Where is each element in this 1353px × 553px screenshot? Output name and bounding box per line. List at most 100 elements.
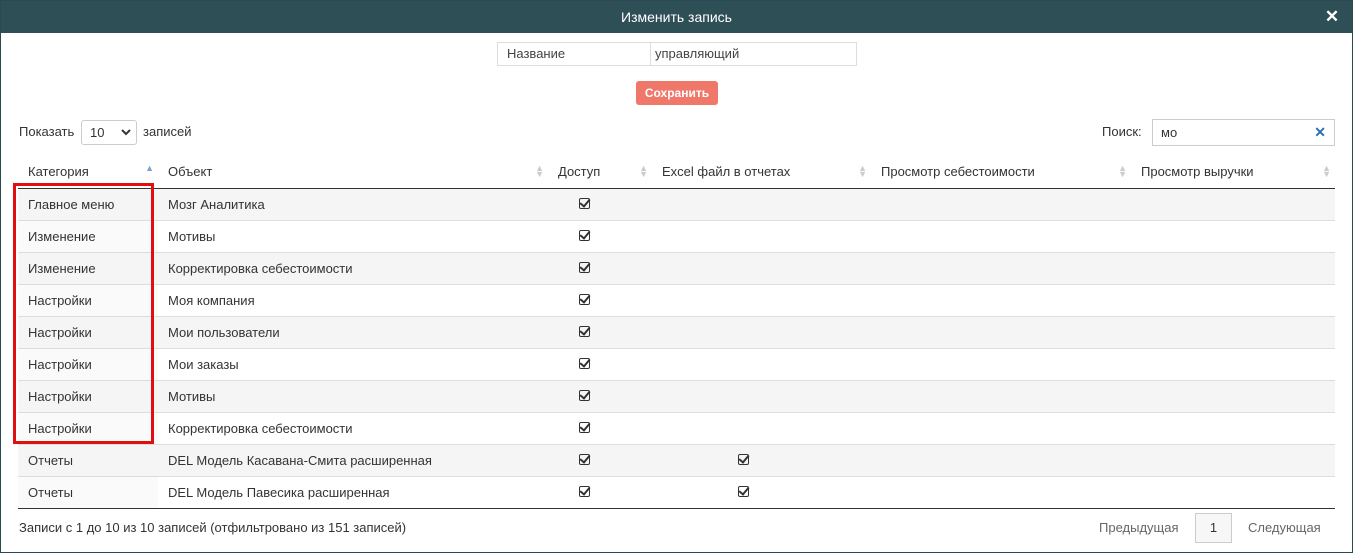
table-row: Настройки Моя компания	[18, 284, 1335, 317]
table-row: Отчеты DEL Модель Павесика расширенная	[18, 476, 1335, 509]
cost-view-cell[interactable]	[871, 348, 1131, 381]
table-row: Главное меню Мозг Аналитика	[18, 188, 1335, 221]
access-cell[interactable]	[548, 348, 652, 381]
column-cost-view[interactable]: Просмотр себестоимости ▲ ▼	[871, 155, 1131, 189]
access-cell[interactable]	[548, 476, 652, 509]
checkbox-checked-icon[interactable]	[579, 389, 590, 401]
table-row: Настройки Мои заказы	[18, 348, 1335, 381]
save-button[interactable]: Сохранить	[636, 81, 718, 105]
revenue-view-cell[interactable]	[1131, 348, 1335, 381]
cost-view-cell[interactable]	[871, 476, 1131, 509]
modal-header: Изменить запись ✕	[1, 1, 1352, 33]
table-header-row: Категория ▲ Объект ▲ ▼ Доступ ▲ ▼ Excel файл в о…	[18, 155, 1335, 189]
checkbox-checked-icon[interactable]	[579, 421, 590, 433]
revenue-view-cell[interactable]	[1131, 380, 1335, 413]
excel-cell[interactable]	[652, 348, 871, 381]
excel-cell[interactable]	[652, 476, 871, 509]
column-label: Просмотр выручки	[1141, 163, 1254, 179]
cost-view-cell[interactable]	[871, 220, 1131, 253]
cost-view-cell[interactable]	[871, 284, 1131, 317]
column-category[interactable]: Категория ▲	[18, 155, 158, 189]
excel-cell[interactable]	[652, 252, 871, 285]
object-cell: Мотивы	[158, 380, 548, 413]
table-row: Настройки Мои пользователи	[18, 316, 1335, 349]
excel-cell[interactable]	[652, 220, 871, 253]
cost-view-cell[interactable]	[871, 188, 1131, 221]
excel-cell[interactable]	[652, 380, 871, 413]
cost-view-cell[interactable]	[871, 380, 1131, 413]
search-input[interactable]: мо ✕	[1152, 119, 1335, 146]
column-excel[interactable]: Excel файл в отчетах ▲ ▼	[652, 155, 871, 189]
permissions-table: Категория ▲ Объект ▲ ▼ Доступ ▲ ▼ Excel файл в о…	[18, 155, 1335, 509]
chevron-down-icon	[121, 121, 131, 153]
category-cell: Настройки	[18, 380, 158, 413]
table-row: Настройки Мотивы	[18, 380, 1335, 413]
category-cell: Настройки	[18, 284, 158, 317]
checkbox-checked-icon[interactable]	[579, 325, 590, 337]
excel-cell[interactable]	[652, 284, 871, 317]
revenue-view-cell[interactable]	[1131, 284, 1335, 317]
previous-page-button[interactable]: Предыдущая	[1099, 520, 1179, 535]
access-cell[interactable]	[548, 220, 652, 253]
category-cell: Настройки	[18, 316, 158, 349]
category-cell: Изменение	[18, 220, 158, 253]
sort-icon: ▲	[145, 163, 154, 173]
excel-cell[interactable]	[652, 188, 871, 221]
table-row: Изменение Мотивы	[18, 220, 1335, 253]
column-object[interactable]: Объект ▲ ▼	[158, 155, 548, 189]
access-cell[interactable]	[548, 380, 652, 413]
search-label: Поиск:	[1102, 124, 1142, 139]
clear-search-icon[interactable]: ✕	[1314, 120, 1326, 145]
records-label: записей	[143, 124, 192, 139]
checkbox-checked-icon[interactable]	[738, 453, 749, 465]
access-cell[interactable]	[548, 188, 652, 221]
checkbox-checked-icon[interactable]	[738, 485, 749, 497]
access-cell[interactable]	[548, 412, 652, 445]
object-cell: Мои пользователи	[158, 316, 548, 349]
page-1-button[interactable]: 1	[1195, 513, 1232, 543]
sort-icon: ▲ ▼	[1118, 163, 1127, 179]
access-cell[interactable]	[548, 252, 652, 285]
name-label: Название	[498, 43, 651, 65]
revenue-view-cell[interactable]	[1131, 444, 1335, 477]
page-length-select[interactable]: 10	[81, 120, 137, 145]
close-icon[interactable]: ✕	[1324, 8, 1340, 26]
checkbox-checked-icon[interactable]	[579, 453, 590, 465]
access-cell[interactable]	[548, 284, 652, 317]
access-cell[interactable]	[548, 444, 652, 477]
checkbox-checked-icon[interactable]	[579, 261, 590, 273]
checkbox-checked-icon[interactable]	[579, 293, 590, 305]
revenue-view-cell[interactable]	[1131, 220, 1335, 253]
access-cell[interactable]	[548, 316, 652, 349]
checkbox-checked-icon[interactable]	[579, 485, 590, 497]
cost-view-cell[interactable]	[871, 252, 1131, 285]
object-cell: Мои заказы	[158, 348, 548, 381]
column-label: Доступ	[558, 163, 601, 179]
table-row: Изменение Корректировка себестоимости	[18, 252, 1335, 285]
category-cell: Настройки	[18, 412, 158, 445]
excel-cell[interactable]	[652, 316, 871, 349]
object-cell: Корректировка себестоимости	[158, 252, 548, 285]
modal-title: Изменить запись	[621, 9, 732, 25]
revenue-view-cell[interactable]	[1131, 412, 1335, 445]
cost-view-cell[interactable]	[871, 412, 1131, 445]
cost-view-cell[interactable]	[871, 444, 1131, 477]
revenue-view-cell[interactable]	[1131, 252, 1335, 285]
excel-cell[interactable]	[652, 444, 871, 477]
excel-cell[interactable]	[652, 412, 871, 445]
cost-view-cell[interactable]	[871, 316, 1131, 349]
checkbox-checked-icon[interactable]	[579, 229, 590, 241]
revenue-view-cell[interactable]	[1131, 188, 1335, 221]
sort-icon: ▲ ▼	[1322, 163, 1331, 179]
column-access[interactable]: Доступ ▲ ▼	[548, 155, 652, 189]
name-field[interactable]: управляющий	[651, 43, 856, 65]
category-cell: Изменение	[18, 252, 158, 285]
table-row: Отчеты DEL Модель Касавана-Смита расширен…	[18, 444, 1335, 477]
revenue-view-cell[interactable]	[1131, 316, 1335, 349]
checkbox-checked-icon[interactable]	[579, 357, 590, 369]
column-revenue-view[interactable]: Просмотр выручки ▲ ▼	[1131, 155, 1335, 189]
revenue-view-cell[interactable]	[1131, 476, 1335, 509]
object-cell: DEL Модель Касавана-Смита расширенная	[158, 444, 548, 477]
next-page-button[interactable]: Следующая	[1248, 520, 1321, 535]
checkbox-checked-icon[interactable]	[579, 197, 590, 209]
